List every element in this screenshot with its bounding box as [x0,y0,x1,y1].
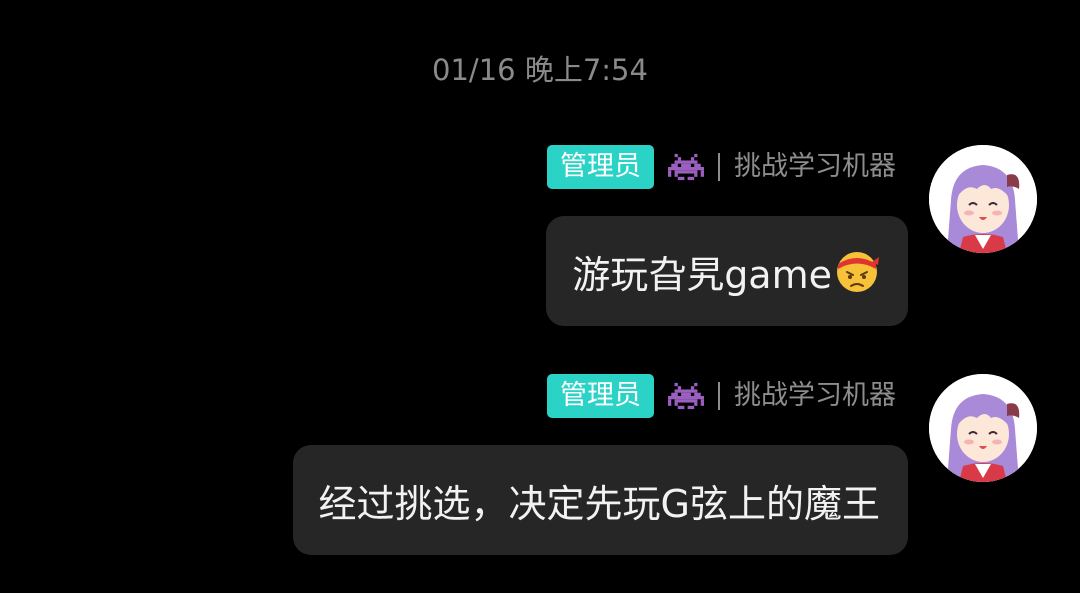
alien-monster-icon [668,153,704,181]
alien-monster-icon [668,382,704,410]
message-bubble[interactable]: 经过挑选，决定先玩G弦上的魔王 [292,445,908,555]
chat-timestamp: 01/16 晚上7:54 [432,53,648,87]
meta-separator [718,153,720,181]
meta-separator [718,382,720,410]
message-bubble[interactable]: 游玩旮旯game [546,216,908,326]
sender-nickname[interactable]: 挑战学习机器 [734,374,896,418]
anime-girl-avatar-icon [929,145,1037,253]
avatar[interactable] [929,374,1037,482]
admin-badge: 管理员 [547,374,654,418]
sender-meta: 管理员 挑战学习机器 [547,145,896,189]
avatar[interactable] [929,145,1037,253]
sender-nickname[interactable]: 挑战学习机器 [734,145,896,189]
message-text: 经过挑选，决定先玩G弦上的魔王 [318,481,880,526]
angry-face-with-headband-icon [837,252,879,292]
message-text: 游玩旮旯game [572,252,832,297]
anime-girl-avatar-icon [929,374,1037,482]
admin-badge: 管理员 [547,145,654,189]
sender-meta: 管理员 挑战学习机器 [547,374,896,418]
